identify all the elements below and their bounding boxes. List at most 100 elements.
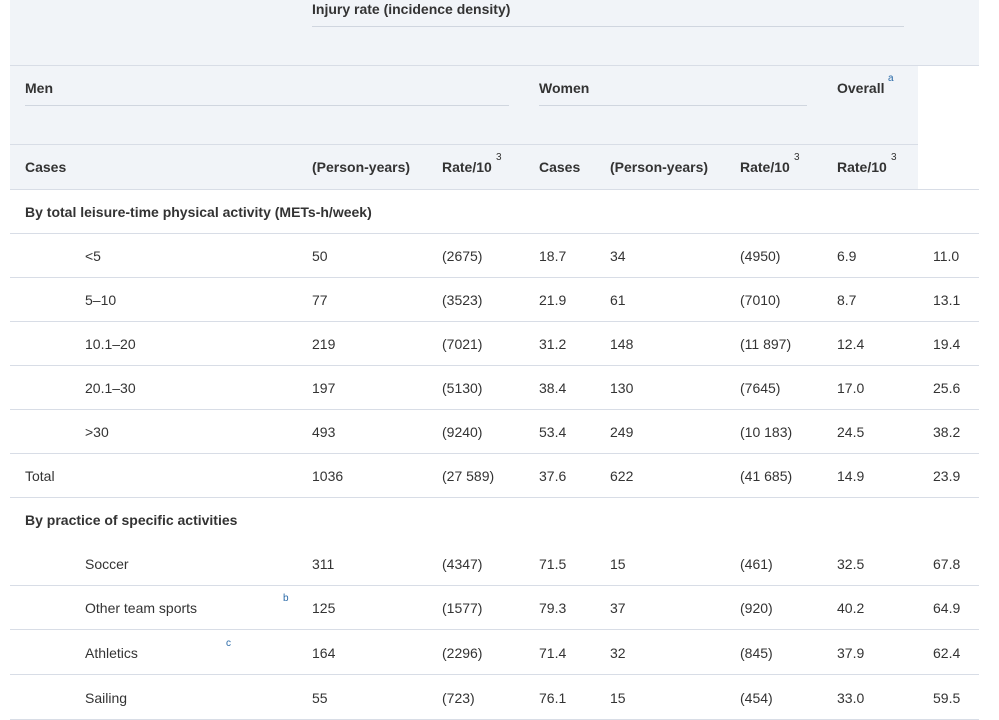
footnote-b-link[interactable]: b: [283, 593, 289, 604]
table-cell: 15: [610, 690, 626, 706]
row-label: Soccer: [85, 556, 129, 572]
rate-exponent: 3: [496, 152, 502, 163]
table-cell: 130: [610, 380, 634, 396]
row-label: Other team sports: [85, 600, 198, 616]
table-cell: (9240): [442, 424, 483, 440]
table-cell: 38.4: [539, 380, 567, 396]
table-cell: 59.5: [933, 690, 961, 706]
divider: [10, 144, 918, 145]
overall-header: Overall: [837, 80, 885, 96]
table-cell: (4347): [442, 556, 483, 572]
injury-rate-header: Injury rate (incidence density): [312, 1, 511, 17]
column-header-rate-overall: Rate/10: [837, 159, 887, 175]
column-header-rate-men: Rate/10: [442, 159, 492, 175]
table-cell: 77: [312, 292, 328, 308]
women-header: Women: [539, 80, 590, 96]
divider: [10, 585, 979, 586]
divider: [10, 189, 979, 190]
column-header-cases-women: Cases: [539, 159, 581, 175]
table-cell: 12.4: [837, 336, 865, 352]
rate-exponent: 3: [891, 152, 897, 163]
table-cell: 32.5: [837, 556, 865, 572]
footnote-a-link[interactable]: a: [888, 73, 894, 84]
table-cell: 24.5: [837, 424, 865, 440]
men-header: Men: [25, 80, 53, 96]
divider: [25, 105, 509, 106]
divider: [10, 365, 979, 366]
divider: [10, 453, 979, 454]
table-cell: (10 183): [740, 424, 793, 440]
table-cell: 125: [312, 600, 336, 616]
table-cell: 219: [312, 336, 336, 352]
table-cell: (461): [740, 556, 773, 572]
table-cell: (2675): [442, 248, 483, 264]
table-cell: 37: [610, 600, 626, 616]
table-cell: 50: [312, 248, 328, 264]
table-cell: 622: [610, 468, 634, 484]
table-cell: (5130): [442, 380, 483, 396]
section-heading-leisure-activity: By total leisure-time physical activity …: [25, 204, 372, 220]
table-cell: 37.9: [837, 645, 865, 661]
table-cell: (7645): [740, 380, 781, 396]
table-cell: 249: [610, 424, 634, 440]
table-cell: (1577): [442, 600, 483, 616]
row-label: 20.1–30: [85, 380, 136, 396]
table-cell: 164: [312, 645, 336, 661]
divider: [10, 277, 979, 278]
table-cell: 79.3: [539, 600, 567, 616]
table-cell: 311: [312, 556, 335, 572]
divider: [10, 65, 979, 66]
table-cell: 31.2: [539, 336, 567, 352]
column-header-person-years-men: (Person-years): [312, 159, 411, 175]
table-cell: 76.1: [539, 690, 567, 706]
table-cell: 61: [610, 292, 626, 308]
table-cell: 38.2: [933, 424, 961, 440]
divider: [10, 321, 979, 322]
section-heading-specific-activities: By practice of specific activities: [25, 512, 238, 528]
table-cell: 13.1: [933, 292, 961, 308]
table-cell: 34: [610, 248, 626, 264]
table-cell: 33.0: [837, 690, 865, 706]
divider: [10, 409, 979, 410]
table-cell: 18.7: [539, 248, 567, 264]
table-cell: 67.8: [933, 556, 961, 572]
table-cell: 17.0: [837, 380, 865, 396]
table-cell: (845): [740, 645, 773, 661]
column-header-rate-women: Rate/10: [740, 159, 790, 175]
table-cell: 32: [610, 645, 626, 661]
footnote-c-link[interactable]: c: [226, 638, 231, 649]
table-cell: 40.2: [837, 600, 865, 616]
table-cell: 11.0: [933, 248, 960, 264]
table-cell: (2296): [442, 645, 483, 661]
table-cell: 8.7: [837, 292, 857, 308]
table-cell: (723): [442, 690, 475, 706]
table-cell: 19.4: [933, 336, 961, 352]
divider: [10, 497, 979, 498]
column-header-person-years-women: (Person-years): [610, 159, 709, 175]
divider: [10, 674, 979, 675]
table-cell: 21.9: [539, 292, 567, 308]
row-label: Athletics: [85, 645, 138, 661]
divider: [312, 26, 904, 27]
table-cell: 71.5: [539, 556, 567, 572]
table-cell: 55: [312, 690, 328, 706]
table-cell: 23.9: [933, 468, 961, 484]
column-header-cases-men: Cases: [25, 159, 67, 175]
row-label: <5: [85, 248, 101, 264]
divider: [10, 629, 979, 630]
table-cell: 64.9: [933, 600, 961, 616]
table-cell: (11 897): [740, 336, 792, 352]
divider: [539, 105, 807, 106]
divider: [10, 233, 979, 234]
table-cell: (920): [740, 600, 773, 616]
table-cell: (454): [740, 690, 773, 706]
table-cell: (27 589): [442, 468, 495, 484]
row-label: Sailing: [85, 690, 128, 706]
table-cell: (7010): [740, 292, 781, 308]
table-cell: (7021): [442, 336, 483, 352]
table-cell: 1036: [312, 468, 344, 484]
row-label: 10.1–20: [85, 336, 136, 352]
table-cell: 62.4: [933, 645, 961, 661]
table-cell: 53.4: [539, 424, 567, 440]
table-cell: (41 685): [740, 468, 793, 484]
